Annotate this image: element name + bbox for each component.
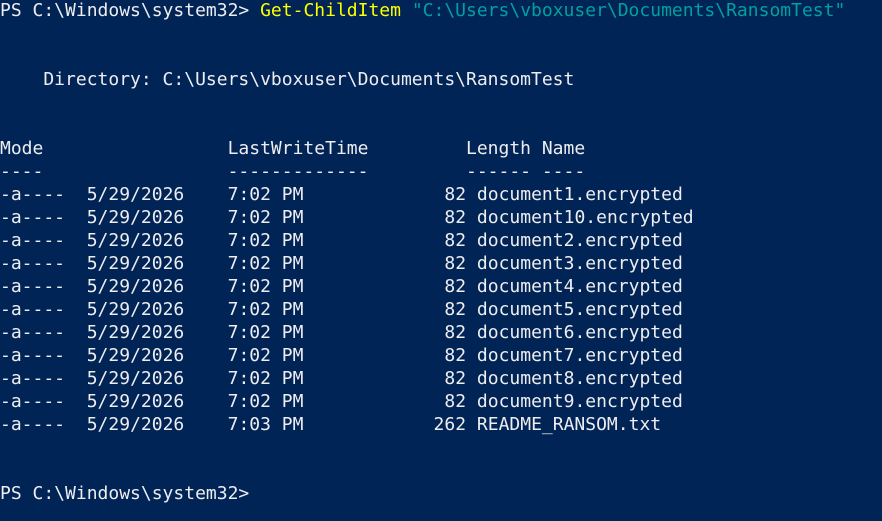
time-cell: 7:02 PM: [227, 230, 304, 251]
time-cell: 7:02 PM: [227, 299, 304, 320]
mode-cell: -a----: [0, 253, 66, 274]
length-cell: 82: [444, 299, 467, 320]
table-row: -a---- 5/29/2026 7:02 PM 82 document5.en…: [0, 298, 683, 321]
time-cell: 7:02 PM: [227, 368, 304, 389]
length-cell: 82: [444, 207, 467, 228]
date-cell: 5/29/2026: [86, 230, 185, 251]
date-cell: 5/29/2026: [86, 345, 185, 366]
name-cell: document9.encrypted: [476, 391, 683, 412]
time-cell: 7:02 PM: [227, 345, 304, 366]
mode-cell: -a----: [0, 322, 66, 343]
command-line: PS C:\Windows\system32> Get-ChildItem "C…: [0, 0, 845, 22]
date-cell: 5/29/2026: [86, 276, 185, 297]
name-cell: document6.encrypted: [476, 322, 683, 343]
name-cell: document7.encrypted: [476, 345, 683, 366]
table-row: -a---- 5/29/2026 7:02 PM 82 document6.en…: [0, 321, 683, 344]
mode-cell: -a----: [0, 414, 66, 435]
prompt-text: PS C:\Windows\system32>: [0, 0, 261, 21]
time-cell: 7:02 PM: [227, 276, 304, 297]
table-row: -a---- 5/29/2026 7:02 PM 82 document8.en…: [0, 367, 683, 390]
name-cell: document8.encrypted: [476, 368, 683, 389]
table-row: -a---- 5/29/2026 7:02 PM 82 document1.en…: [0, 183, 683, 206]
time-cell: 7:02 PM: [227, 253, 304, 274]
name-cell: document5.encrypted: [476, 299, 683, 320]
date-cell: 5/29/2026: [86, 184, 185, 205]
table-header: Mode LastWriteTime Length Name: [0, 138, 586, 159]
mode-cell: -a----: [0, 391, 66, 412]
date-cell: 5/29/2026: [86, 322, 185, 343]
table-row: -a---- 5/29/2026 7:02 PM 82 document3.en…: [0, 252, 683, 275]
cmdlet-text: Get-ChildItem: [260, 0, 401, 21]
mode-cell: -a----: [0, 207, 66, 228]
final-prompt-line[interactable]: PS C:\Windows\system32>: [0, 482, 270, 505]
time-cell: 7:02 PM: [227, 322, 304, 343]
table-row: -a---- 5/29/2026 7:02 PM 82 document10.e…: [0, 206, 694, 229]
powershell-console[interactable]: PS C:\Windows\system32> Get-ChildItem "C…: [0, 0, 882, 521]
name-cell: document1.encrypted: [476, 184, 683, 205]
mode-cell: -a----: [0, 345, 66, 366]
directory-heading: Directory: C:\Users\vboxuser\Documents\R…: [0, 69, 575, 90]
length-cell: 82: [444, 184, 467, 205]
final-prompt-text: PS C:\Windows\system32>: [0, 483, 261, 504]
name-cell: document2.encrypted: [476, 230, 683, 251]
table-row: -a---- 5/29/2026 7:03 PM 262 README_RANS…: [0, 413, 661, 436]
table-row: -a---- 5/29/2026 7:02 PM 82 document4.en…: [0, 275, 683, 298]
mode-cell: -a----: [0, 230, 66, 251]
time-cell: 7:02 PM: [227, 184, 304, 205]
mode-cell: -a----: [0, 368, 66, 389]
name-cell: document3.encrypted: [476, 253, 683, 274]
date-cell: 5/29/2026: [86, 253, 185, 274]
date-cell: 5/29/2026: [86, 368, 185, 389]
name-cell: document10.encrypted: [476, 207, 694, 228]
date-cell: 5/29/2026: [86, 414, 185, 435]
date-cell: 5/29/2026: [86, 207, 185, 228]
table-row: -a---- 5/29/2026 7:02 PM 82 document2.en…: [0, 229, 683, 252]
name-cell: README_RANSOM.txt: [476, 414, 662, 435]
time-cell: 7:03 PM: [227, 414, 304, 435]
mode-cell: -a----: [0, 299, 66, 320]
time-cell: 7:02 PM: [227, 391, 304, 412]
mode-cell: -a----: [0, 276, 66, 297]
name-cell: document4.encrypted: [476, 276, 683, 297]
length-cell: 82: [444, 368, 467, 389]
date-cell: 5/29/2026: [86, 391, 185, 412]
length-cell: 82: [444, 276, 467, 297]
table-row: -a---- 5/29/2026 7:02 PM 82 document9.en…: [0, 390, 683, 413]
length-cell: 82: [444, 391, 467, 412]
path-argument: "C:\Users\vboxuser\Documents\RansomTest": [400, 0, 846, 21]
text-cursor: [260, 482, 270, 502]
length-cell: 82: [444, 230, 467, 251]
table-row: -a---- 5/29/2026 7:02 PM 82 document7.en…: [0, 344, 683, 367]
table-separator: ---- ------------- ------ ----: [0, 161, 586, 182]
mode-cell: -a----: [0, 184, 66, 205]
time-cell: 7:02 PM: [227, 207, 304, 228]
date-cell: 5/29/2026: [86, 299, 185, 320]
length-cell: 262: [433, 414, 467, 435]
length-cell: 82: [444, 345, 467, 366]
length-cell: 82: [444, 322, 467, 343]
length-cell: 82: [444, 253, 467, 274]
